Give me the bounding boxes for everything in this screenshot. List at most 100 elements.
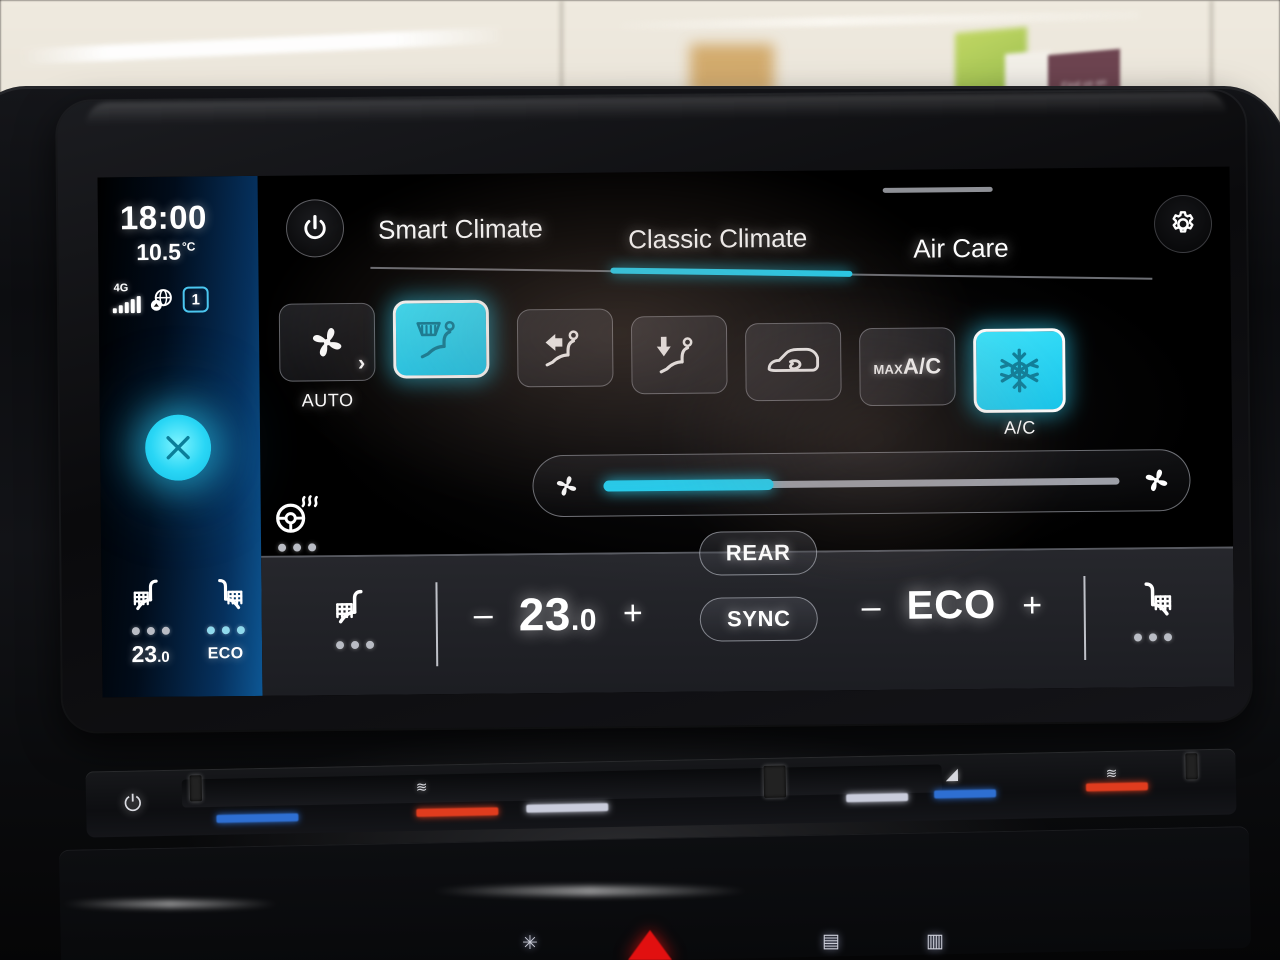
max-ac-button[interactable]: MAXA/C — [859, 327, 956, 407]
bottom-seat-right-button[interactable] — [1117, 579, 1188, 642]
eco-decrease-button[interactable]: – — [862, 587, 881, 625]
seat-left-value-dec: .0 — [157, 648, 170, 666]
auto-fan-label: AUTO — [301, 389, 354, 411]
signal-strength-icon: 4G — [112, 282, 141, 314]
indicator-red — [1085, 782, 1149, 792]
defrost-seat-airflow-button[interactable] — [392, 299, 490, 379]
seat-left-value: 23.0 — [120, 641, 181, 669]
right-temperature-control: – ECO + — [861, 582, 1043, 629]
globe-icon — [150, 289, 172, 311]
temp-value-int: 23 — [518, 587, 572, 641]
rear-defrost-icon[interactable]: ▤ — [822, 930, 840, 953]
fan-slider-track[interactable] — [603, 477, 1120, 492]
air-recirculation-car-icon — [767, 347, 820, 372]
climate-function-buttons: › AUTO MAXA/C A/C — [269, 287, 1230, 438]
ac-label: A/C — [1003, 417, 1036, 438]
sync-button[interactable]: SYNC — [699, 596, 819, 642]
bottom-seat-left-button[interactable] — [319, 587, 390, 650]
photograph: Find us on the web 18:00 10.5°C 4G — [0, 0, 1280, 960]
temp-decrease-button[interactable]: – — [474, 596, 493, 634]
brightness-icon[interactable]: ◢ — [945, 764, 959, 784]
outside-temperature: 10.5°C — [136, 239, 195, 267]
clock: 18:00 — [119, 198, 207, 237]
rear-defrost-icon[interactable]: ≋ — [1106, 765, 1118, 782]
fan-speed-slider[interactable] — [532, 448, 1191, 518]
fan-auto-icon — [312, 328, 342, 357]
vertical-divider — [435, 582, 439, 667]
indicator-white — [526, 803, 609, 813]
indicator-blue — [216, 813, 299, 823]
seat-right-summary[interactable]: ECO — [194, 576, 256, 668]
indicator-blue — [934, 789, 997, 799]
eco-increase-button[interactable]: + — [1022, 586, 1042, 624]
seat-left-summary[interactable]: 23.0 — [119, 577, 181, 669]
infotainment-screen[interactable]: 18:00 10.5°C 4G 1 23.0 ECO Smart Climate… — [97, 166, 1235, 698]
climate-tabs: Smart Climate Classic Climate Air Care — [370, 197, 1153, 280]
bottom-seat-left-dots — [320, 640, 390, 650]
snowflake-icon — [999, 348, 1039, 393]
hazard-button[interactable] — [628, 930, 672, 960]
temperature-bar: – 23.0 + REAR SYNC – ECO + — [261, 530, 1235, 696]
fan-slider-fill — [603, 478, 774, 492]
slider-nub — [189, 775, 203, 802]
seat-heat-left-icon — [133, 579, 158, 611]
max-ac-label: MAXA/C — [873, 353, 941, 380]
recirculation-button[interactable] — [744, 322, 842, 402]
close-button[interactable] — [144, 414, 212, 481]
max-ac-prefix: MAX — [873, 361, 903, 378]
seat-left-level-dots — [120, 626, 181, 636]
dash-glare — [430, 886, 750, 896]
climate-header: Smart Climate Classic Climate Air Care — [258, 179, 1231, 280]
connectivity-status: 4G 1 — [112, 282, 209, 314]
eco-value: ECO — [906, 582, 997, 628]
profile-badge[interactable]: 1 — [182, 286, 209, 313]
tab-air-care[interactable]: Air Care — [913, 233, 1009, 265]
climate-settings-button[interactable] — [1153, 194, 1213, 254]
airflow-foot-seat-icon — [656, 336, 693, 374]
face-airflow-button[interactable] — [516, 308, 614, 388]
status-sidebar: 18:00 10.5°C 4G 1 23.0 ECO — [97, 175, 318, 698]
slider-nub — [1185, 753, 1198, 780]
seat-heat-left-icon — [336, 589, 363, 624]
fan-high-icon — [1145, 469, 1168, 492]
tab-classic-climate[interactable]: Classic Climate — [628, 223, 807, 256]
fan-high-button[interactable] — [1123, 461, 1189, 500]
power-icon — [304, 214, 326, 240]
tab-smart-climate[interactable]: Smart Climate — [378, 213, 543, 246]
seat-right-level-dots — [195, 626, 256, 635]
fan-low-icon — [556, 476, 577, 496]
bottom-seat-right-dots — [1118, 633, 1188, 642]
indicator-red — [416, 807, 499, 817]
slider-slot[interactable] — [181, 764, 943, 808]
ac-button[interactable]: A/C — [973, 328, 1066, 438]
snowflake-icon[interactable]: ✳ — [522, 932, 538, 955]
foot-airflow-button[interactable] — [630, 315, 728, 395]
front-defrost-icon[interactable]: ≋ — [416, 779, 428, 796]
rear-button[interactable]: REAR — [698, 530, 818, 576]
temp-value: 23.0 — [518, 587, 597, 642]
auto-fan-button[interactable]: › AUTO — [278, 302, 376, 410]
max-ac-suffix: A/C — [902, 353, 942, 379]
drag-handle[interactable] — [882, 186, 993, 193]
tab-active-indicator — [610, 267, 853, 277]
close-icon — [166, 435, 190, 460]
chevron-right-icon: › — [357, 349, 366, 375]
seat-left-value-int: 23 — [131, 640, 158, 668]
seat-heat-right-icon — [217, 579, 242, 610]
indicator-white — [846, 793, 909, 803]
outside-temp-value: 10.5 — [136, 238, 182, 266]
airflow-face-seat-icon — [545, 330, 579, 367]
climate-main-panel: Smart Climate Classic Climate Air Care ›… — [258, 167, 1235, 696]
front-defrost-icon[interactable]: ▥ — [926, 930, 944, 953]
left-temperature-control: – 23.0 + — [473, 586, 643, 642]
seat-heat-right-icon — [1144, 582, 1172, 616]
fan-low-button[interactable] — [533, 469, 599, 504]
slider-nub — [763, 765, 787, 798]
climate-power-button[interactable] — [285, 199, 345, 258]
seat-right-value: ECO — [207, 645, 244, 663]
temp-increase-button[interactable]: + — [623, 594, 643, 632]
temp-unit: °C — [181, 239, 196, 254]
temp-value-dec: .0 — [570, 603, 598, 637]
physical-power-button[interactable]: ⏻ — [124, 790, 142, 816]
defrost-windshield-seat-icon — [416, 320, 455, 359]
